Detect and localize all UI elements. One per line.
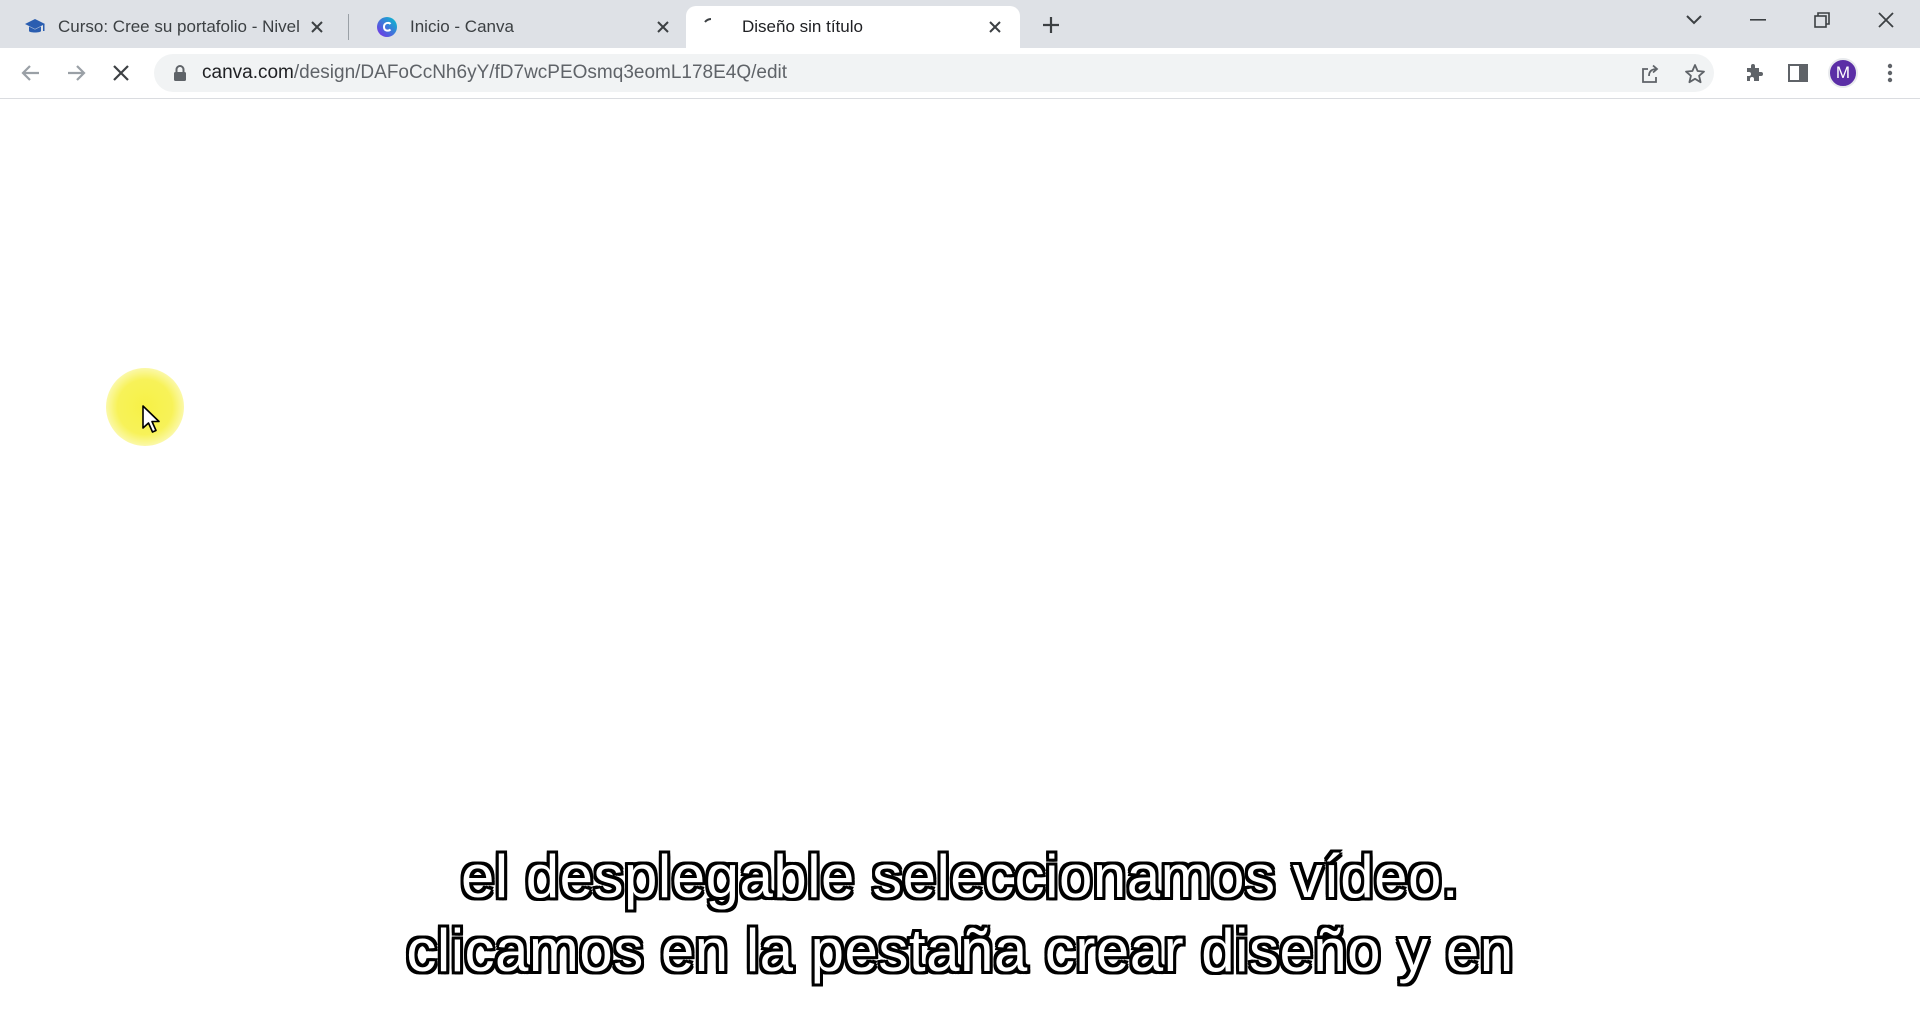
address-bar[interactable]: canva.com/design/DAFoCcNh6yY/fD7wcPEOsmq… [154,54,1714,92]
profile-avatar[interactable]: M [1828,58,1858,88]
tab-title: Inicio - Canva [410,17,514,36]
url-text: canva.com/design/DAFoCcNh6yY/fD7wcPEOsmq… [202,62,787,84]
tab-search-chevron-icon[interactable] [1666,0,1722,40]
stop-loading-icon[interactable] [104,56,138,90]
lock-icon[interactable] [170,63,190,83]
subtitle-line: clicamos en la pestaña crear diseño y en [406,917,1514,984]
tab-canva-home[interactable]: Inicio - Canva [352,6,688,48]
tab-strip: Curso: Cree su portafolio - Nivel Inicio… [0,0,1920,48]
browser-toolbar: canva.com/design/DAFoCcNh6yY/fD7wcPEOsmq… [0,48,1920,99]
graduation-cap-icon [24,16,46,38]
subtitle-line: el desplegable seleccionamos vídeo. [460,843,1460,910]
mouse-pointer-icon [141,404,163,436]
tab-separator [348,14,349,40]
extensions-puzzle-icon[interactable] [1742,61,1766,85]
restore-icon[interactable] [1794,0,1850,40]
url-path: /design/DAFoCcNh6yY/fD7wcPEOsmq3eomL178E… [293,62,788,83]
video-subtitles: el desplegable seleccionamos vídeo. clic… [0,840,1920,988]
more-menu-icon[interactable] [1878,61,1902,85]
share-icon[interactable] [1639,63,1661,85]
close-icon[interactable] [984,16,1006,38]
bookmark-star-icon[interactable] [1684,63,1706,85]
minimize-icon[interactable] [1730,0,1786,40]
tab-title: Curso: Cree su portafolio - Nivel [58,17,300,36]
tab-course[interactable]: Curso: Cree su portafolio - Nivel [0,6,342,48]
back-arrow-icon[interactable] [14,56,48,90]
loading-spinner-icon [700,16,722,38]
tab-untitled-design[interactable]: Diseño sin título [686,6,1020,48]
close-icon[interactable] [306,16,328,38]
close-icon[interactable] [652,16,674,38]
close-window-icon[interactable] [1858,0,1914,40]
canva-logo-icon [376,16,398,38]
url-domain: canva.com [202,62,294,83]
side-panel-icon[interactable] [1786,61,1810,85]
forward-arrow-icon[interactable] [59,56,93,90]
tab-title: Diseño sin título [742,17,863,36]
new-tab-button[interactable] [1036,10,1066,40]
browser-window: Curso: Cree su portafolio - Nivel Inicio… [0,0,1920,1012]
